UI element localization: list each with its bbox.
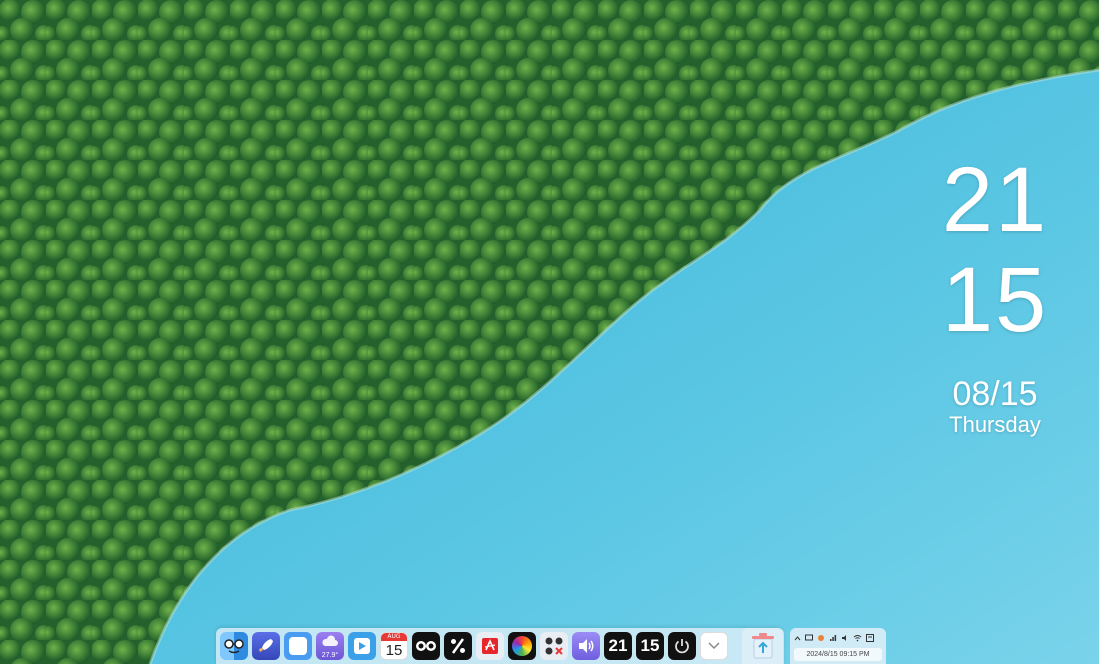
display-icon[interactable]: [805, 634, 813, 642]
dock-item-power[interactable]: [668, 632, 696, 660]
dock-item-color[interactable]: [508, 632, 536, 660]
tray-datetime[interactable]: 2024/8/15 09:15 PM: [794, 648, 882, 661]
clock-widget: 21 15 08/15 Thursday: [920, 150, 1070, 438]
power-icon: [675, 639, 689, 654]
wifi-icon[interactable]: [853, 634, 862, 642]
dock-item-weather[interactable]: 27.9°: [316, 632, 344, 660]
app-status-icon[interactable]: [817, 634, 825, 642]
calendar-month: AUG: [381, 633, 407, 641]
chevron-up-icon[interactable]: [794, 635, 801, 642]
dock-item-blank-app[interactable]: [284, 632, 312, 660]
clock-hour: 21: [941, 149, 1049, 251]
network-icon[interactable]: [829, 634, 837, 642]
tray-icons: [794, 631, 882, 645]
dock-item-launchpad[interactable]: [252, 632, 280, 660]
dock: 27.9° AUG 15 21 15: [216, 628, 783, 664]
percent-icon: [451, 638, 465, 654]
pdf-icon: [482, 638, 498, 654]
volume-icon[interactable]: [841, 634, 849, 642]
system-tray: 2024/8/15 09:15 PM: [790, 628, 886, 664]
dock-item-volume[interactable]: [572, 632, 600, 660]
dock-item-owl[interactable]: [412, 632, 440, 660]
clock-date: 08/15: [952, 375, 1038, 413]
dock-item-clock-hour[interactable]: 21: [604, 632, 632, 660]
speaker-icon: [579, 639, 594, 653]
dock-item-more[interactable]: [700, 632, 728, 660]
dock-item-game[interactable]: [540, 632, 568, 660]
clock-minute: 15: [941, 249, 1049, 351]
play-icon: [359, 642, 366, 650]
dock-item-calculator[interactable]: [444, 632, 472, 660]
dock-item-pdf[interactable]: [476, 632, 504, 660]
notification-icon[interactable]: [866, 634, 874, 642]
dock-item-calendar[interactable]: AUG 15: [380, 632, 408, 660]
dock-item-media[interactable]: [348, 632, 376, 660]
chevron-down-icon: [708, 642, 720, 650]
owl-eyes-icon: [416, 641, 436, 651]
cloud-icon: [322, 635, 338, 646]
recycle-bin-icon: [752, 633, 774, 659]
rocket-icon: [259, 639, 273, 652]
white-square-icon: [289, 637, 307, 655]
clock-weekday: Thursday: [949, 412, 1041, 437]
dock-item-finder[interactable]: [220, 632, 248, 660]
finder-face-icon: [224, 639, 244, 654]
dots-grid-icon: [545, 637, 563, 655]
dock-item-clock-minute[interactable]: 15: [636, 632, 664, 660]
calendar-day: 15: [385, 642, 403, 659]
dock-item-trash[interactable]: [742, 628, 784, 664]
weather-temperature: 27.9°: [321, 652, 339, 659]
color-wheel-icon: [512, 636, 532, 656]
